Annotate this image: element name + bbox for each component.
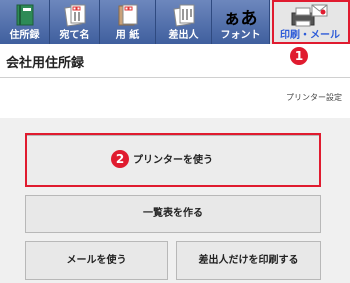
print-sender-only-button[interactable]: 差出人だけを印刷する [176,241,321,280]
toolbar-item-paper[interactable]: 用 紙 [100,0,156,44]
step-badge-1: 1 [290,47,308,65]
make-list-label: 一覧表を作る [143,208,203,219]
highlight-print-mail [272,0,350,44]
print-sender-only-label: 差出人だけを印刷する [198,255,299,266]
address-book-icon [16,4,33,26]
toolbar-label-sender: 差出人 [168,30,199,41]
use-mail-label: メールを使う [66,255,127,266]
toolbar-label-font: フォント [220,30,261,41]
make-list-button[interactable]: 一覧表を作る [25,195,321,233]
paper-icon [118,4,137,26]
toolbar-item-sender[interactable]: 差出人 [156,0,212,44]
step-badge-2: 2 [111,150,129,168]
toolbar-label-address: 宛て名 [59,30,90,41]
page-title: 会社用住所録 [6,56,85,71]
highlight-use-printer [25,133,321,187]
toolbar-label-address-book: 住所録 [9,30,40,41]
printer-settings-link[interactable]: プリンター設定 [286,92,342,103]
address-card-icon [63,4,85,27]
toolbar-item-address-book[interactable]: 住所録 [0,0,50,44]
divider [0,77,350,78]
use-mail-button[interactable]: メールを使う [25,241,168,280]
toolbar-item-address[interactable]: 宛て名 [50,0,100,44]
toolbar-label-paper: 用 紙 [115,30,140,41]
toolbar-item-font[interactable]: ぁあ フォント [212,0,270,44]
sender-card-icon [172,4,194,27]
